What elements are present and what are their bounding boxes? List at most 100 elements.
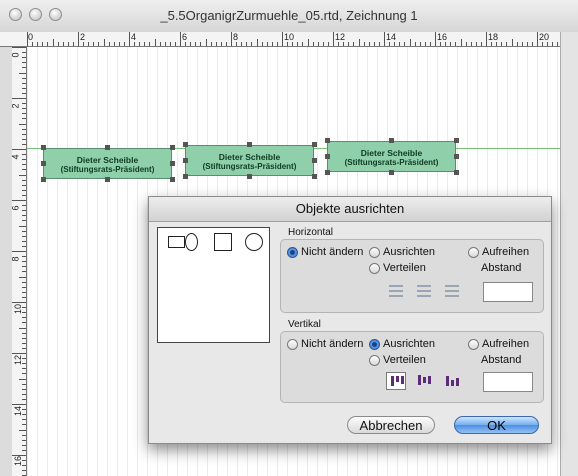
ruler-tick — [440, 42, 442, 46]
ruler-tick — [22, 133, 26, 135]
radio-dot — [287, 338, 298, 350]
ruler-tick — [22, 77, 26, 79]
selection-handle[interactable] — [454, 154, 459, 159]
vertical-ausrichten-radio[interactable]: Ausrichten — [369, 337, 435, 351]
selection-handle[interactable] — [170, 177, 175, 182]
selection-handle[interactable] — [325, 154, 330, 159]
ruler-tick — [450, 42, 452, 46]
align-bottom-icon[interactable] — [442, 372, 462, 390]
ruler-tick — [22, 444, 26, 446]
vertical-verteilen-radio[interactable]: Verteilen — [369, 353, 426, 367]
selection-handle[interactable] — [247, 142, 252, 147]
selection-handle[interactable] — [183, 142, 188, 147]
selection-handle[interactable] — [105, 145, 110, 150]
ruler-label: 10 — [284, 32, 295, 42]
align-objects-dialog: Objekte ausrichten Horizontal Nicht ände… — [148, 196, 552, 444]
ruler-tick — [22, 179, 26, 181]
ruler-tick — [236, 42, 238, 46]
selection-handle[interactable] — [454, 138, 459, 143]
ruler-tick — [57, 42, 59, 46]
ok-button[interactable]: OK — [454, 416, 539, 434]
cancel-button[interactable]: Abbrechen — [347, 416, 435, 434]
ruler-tick — [276, 42, 278, 46]
ruler-tick — [22, 164, 26, 166]
ruler-tick — [445, 42, 447, 46]
org-box-role: (Stiftungsrats-Präsident) — [60, 165, 155, 174]
ruler-tick — [22, 317, 26, 319]
ruler-tick — [22, 424, 26, 426]
ruler-tick — [256, 39, 258, 46]
org-box[interactable]: Dieter Scheible (Stiftungsrats-Präsident… — [43, 148, 172, 179]
vertical-aufreihen-radio[interactable]: Aufreihen — [468, 337, 529, 351]
ruler-tick — [547, 42, 549, 46]
selection-handle[interactable] — [312, 158, 317, 163]
horizontal-spacing-input[interactable] — [483, 282, 533, 302]
ruler-tick — [22, 103, 26, 105]
horizontal-group: Nicht ändern Ausrichten Aufreihen Vertei… — [280, 239, 544, 313]
ruler-tick — [22, 460, 26, 462]
selection-handle[interactable] — [325, 138, 330, 143]
ruler-tick — [22, 363, 26, 365]
horizontal-verteilen-radio[interactable]: Verteilen — [369, 261, 426, 275]
preview-square — [214, 233, 232, 251]
selection-handle[interactable] — [183, 158, 188, 163]
ruler-tick — [363, 42, 365, 46]
ruler-tick — [200, 42, 202, 46]
ruler-tick — [271, 42, 273, 46]
selection-handle[interactable] — [41, 145, 46, 150]
ruler-tick — [491, 42, 493, 46]
ruler-tick — [12, 302, 26, 303]
ruler-tick — [22, 57, 26, 59]
selection-handle[interactable] — [183, 174, 188, 179]
ruler-tick — [506, 42, 508, 46]
ruler-label: 16 — [437, 32, 448, 42]
ruler-label: 8 — [233, 32, 239, 42]
radio-label: Ausrichten — [383, 338, 435, 350]
selection-handle[interactable] — [105, 177, 110, 182]
ruler-tick — [22, 235, 26, 237]
ruler-label: 0 — [28, 32, 34, 42]
align-center-icon[interactable] — [414, 282, 434, 300]
selection-handle[interactable] — [170, 145, 175, 150]
align-top-icon[interactable] — [386, 372, 406, 390]
document-window: _5.5OrganigrZurmuehle_05.rtd, Zeichnung … — [0, 0, 578, 476]
vertical-ruler[interactable]: 0 2 4 6 8 10 12 14 16 — [11, 47, 27, 476]
ruler-tick — [526, 42, 528, 46]
horizontal-ruler[interactable]: 0 2 4 6 8 10 12 14 16 18 20 — [0, 32, 564, 47]
radio-dot — [369, 262, 380, 274]
org-box[interactable]: Dieter Scheible (Stiftungsrats-Präsident… — [185, 145, 314, 176]
selection-handle[interactable] — [454, 170, 459, 175]
horizontal-ausrichten-radio[interactable]: Ausrichten — [369, 245, 435, 259]
ruler-tick — [22, 449, 26, 451]
ruler-tick — [12, 455, 26, 456]
vertical-scrollbar[interactable] — [560, 32, 578, 476]
title-bar[interactable]: _5.5OrganigrZurmuehle_05.rtd, Zeichnung … — [0, 0, 578, 33]
ruler-label: 6 — [182, 32, 188, 42]
selection-handle[interactable] — [389, 138, 394, 143]
ruler-tick — [22, 108, 26, 110]
horizontal-nicht-aendern-radio[interactable]: Nicht ändern — [287, 245, 363, 259]
ruler-tick — [22, 398, 26, 400]
vertical-nicht-aendern-radio[interactable]: Nicht ändern — [287, 337, 363, 351]
vertical-spacing-input[interactable] — [483, 372, 533, 392]
selection-handle[interactable] — [247, 174, 252, 179]
ruler-tick — [22, 194, 26, 196]
align-right-icon[interactable] — [442, 282, 462, 300]
ruler-tick — [475, 42, 477, 46]
radio-dot — [369, 246, 380, 258]
ruler-tick — [19, 72, 26, 74]
horizontal-aufreihen-radio[interactable]: Aufreihen — [468, 245, 529, 259]
selection-handle[interactable] — [325, 170, 330, 175]
selection-handle[interactable] — [312, 142, 317, 147]
selection-handle[interactable] — [312, 174, 317, 179]
org-box[interactable]: Dieter Scheible (Stiftungsrats-Präsident… — [327, 141, 456, 172]
selection-handle[interactable] — [170, 161, 175, 166]
align-left-icon[interactable] — [386, 282, 406, 300]
align-middle-icon[interactable] — [414, 372, 434, 390]
ruler-tick — [22, 337, 26, 339]
ruler-tick — [139, 42, 141, 46]
selection-handle[interactable] — [41, 161, 46, 166]
selection-handle[interactable] — [41, 177, 46, 182]
selection-handle[interactable] — [389, 170, 394, 175]
ruler-tick — [404, 42, 406, 46]
